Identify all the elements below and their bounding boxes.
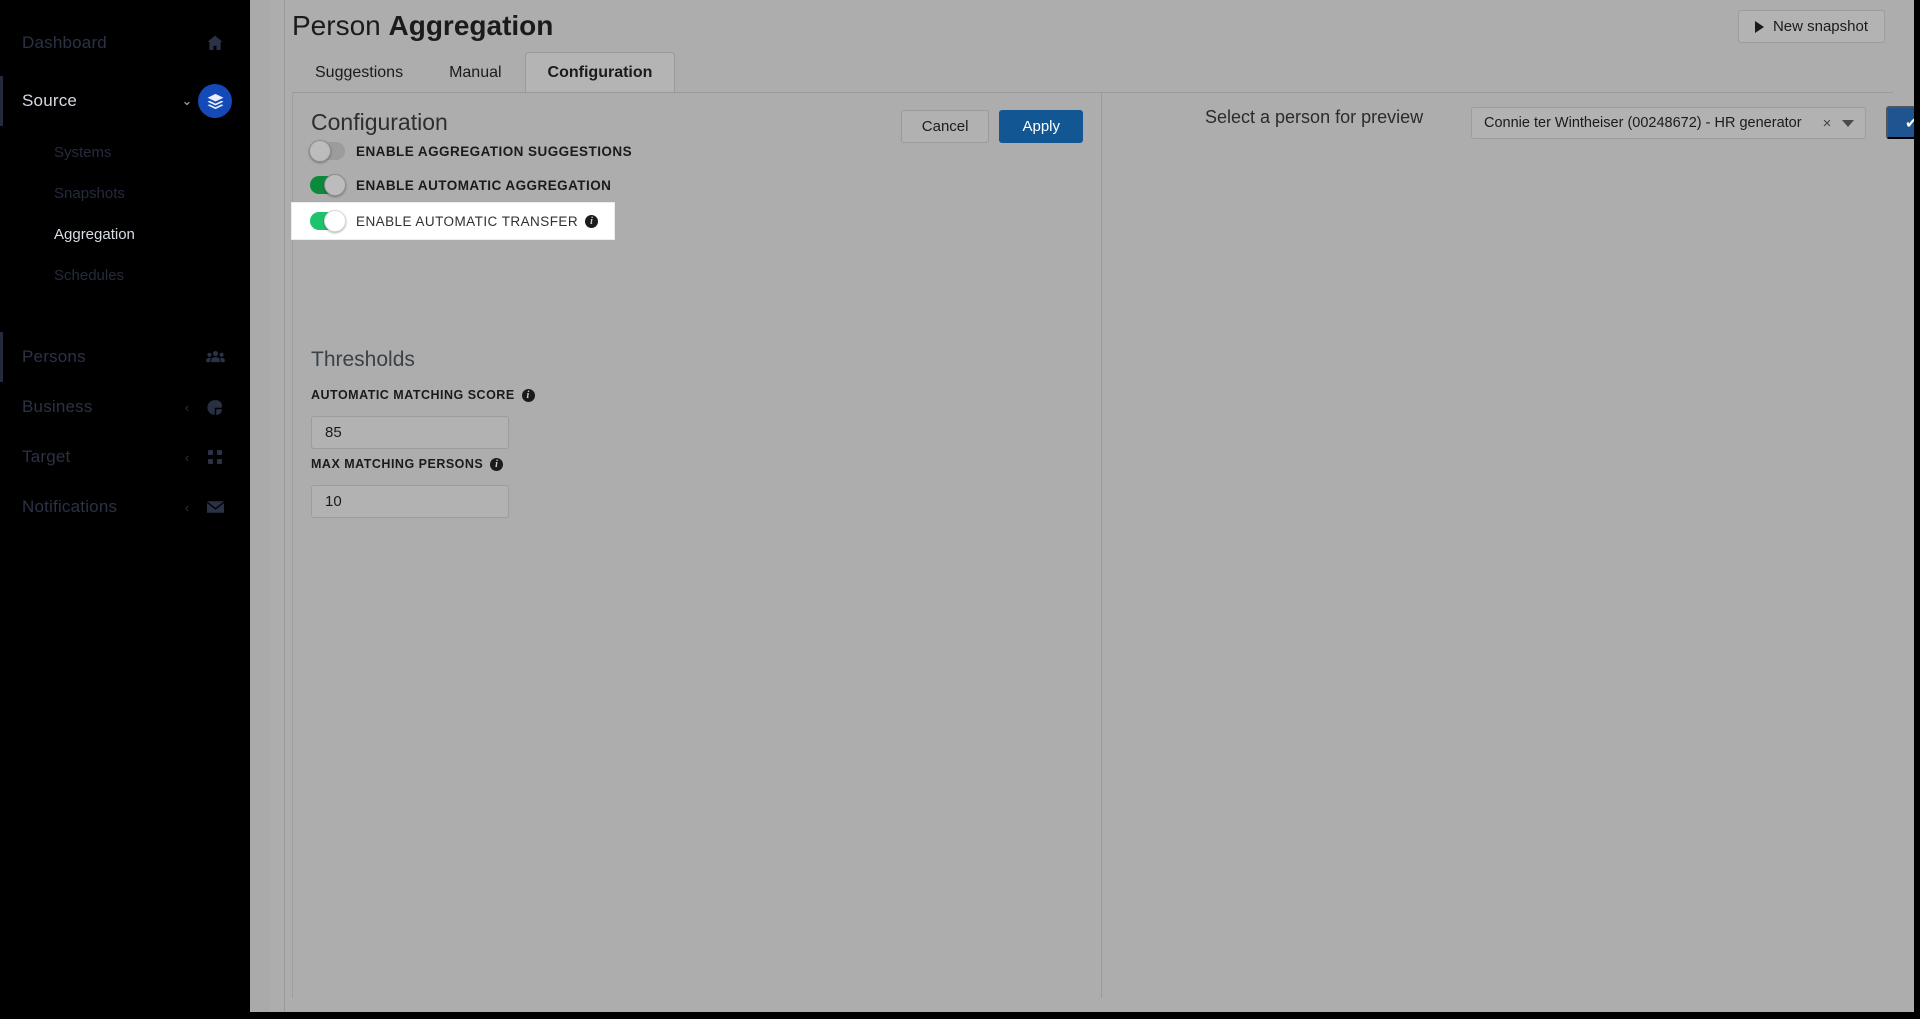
apply-button[interactable]: Apply xyxy=(999,110,1083,143)
layers-icon xyxy=(198,84,232,118)
toggle-knob xyxy=(309,140,331,162)
tab-label: Manual xyxy=(449,63,502,81)
cancel-button[interactable]: Cancel xyxy=(900,110,990,143)
person-select-dropdown[interactable]: Connie ter Wintheiser (00248672) - HR ge… xyxy=(1471,107,1866,139)
sidebar-item-label: Dashboard xyxy=(22,33,107,52)
info-icon[interactable]: i xyxy=(521,388,535,402)
field-value: 10 xyxy=(325,493,342,510)
field-label-text: AUTOMATIC MATCHING SCORE xyxy=(311,388,515,402)
chevron-down-icon: ⌄ xyxy=(181,93,193,108)
home-icon xyxy=(198,26,232,60)
sidebar-subnav-source: Systems Snapshots Aggregation Schedules xyxy=(0,126,250,306)
sidebar-subitem-label: Schedules xyxy=(54,267,125,284)
sidebar-subitem-schedules[interactable]: Schedules xyxy=(0,255,250,296)
toggle-switch-aggregation-suggestions[interactable] xyxy=(309,140,345,162)
chevron-left-icon: ‹ xyxy=(184,449,190,465)
toggle-switch-automatic-aggregation[interactable] xyxy=(310,174,346,196)
clear-icon[interactable]: × xyxy=(1817,115,1837,132)
max-matching-persons-input[interactable]: 10 xyxy=(311,485,509,518)
tab-bar: Suggestions Manual Configuration xyxy=(292,52,676,92)
preview-pane: Select a person for preview Connie ter W… xyxy=(1103,93,1915,998)
sidebar-item-business[interactable]: Business ‹ xyxy=(0,382,250,432)
sidebar-item-label: Notifications xyxy=(22,497,118,516)
tab-label: Suggestions xyxy=(315,63,404,81)
toggle-label: ENABLE AGGREGATION SUGGESTIONS xyxy=(356,143,633,159)
page-content: Person Aggregation New snapshot Suggesti… xyxy=(270,0,1915,1012)
sidebar-item-label: Source xyxy=(22,91,78,110)
toggle-knob xyxy=(324,174,346,196)
page-edge-line xyxy=(284,0,285,1012)
automatic-matching-score-input[interactable]: 85 xyxy=(311,416,509,449)
toggle-row-automatic-transfer[interactable]: ENABLE AUTOMATIC TRANSFER i xyxy=(292,203,615,239)
field-label-text: MAX MATCHING PERSONS xyxy=(311,457,484,471)
configuration-actions: Cancel Apply xyxy=(900,110,1083,143)
chevron-left-icon: ‹ xyxy=(184,399,190,415)
thresholds-title: Thresholds xyxy=(311,348,415,371)
field-value: 85 xyxy=(325,424,342,441)
page-title-light: Person xyxy=(292,10,389,41)
page-title-bold: Aggregation xyxy=(388,10,554,41)
sidebar-item-persons[interactable]: Persons xyxy=(0,332,250,382)
sidebar-item-notifications[interactable]: Notifications ‹ xyxy=(0,482,250,532)
select-person-label: Select a person for preview xyxy=(1205,107,1424,127)
configuration-section-title: Configuration xyxy=(311,109,448,135)
tab-configuration[interactable]: Configuration xyxy=(524,52,676,92)
application-window: Dashboard Source ⌄ Systems Snapshots Agg… xyxy=(0,0,1920,1019)
toggle-row-aggregation-suggestions[interactable]: ENABLE AGGREGATION SUGGESTIONS xyxy=(292,135,632,167)
people-icon xyxy=(198,340,232,374)
sidebar-item-label: Business xyxy=(22,397,93,416)
sidebar-subitem-systems[interactable]: Systems xyxy=(0,132,250,173)
automatic-matching-score-label: AUTOMATIC MATCHING SCORE i xyxy=(311,388,535,402)
tab-label: Configuration xyxy=(547,63,653,81)
tab-manual[interactable]: Manual xyxy=(426,52,524,92)
sidebar-subitem-label: Aggregation xyxy=(54,226,135,243)
grid-icon xyxy=(198,440,232,474)
page-title: Person Aggregation xyxy=(292,10,553,42)
play-triangle-icon xyxy=(1754,20,1764,33)
toggle-switch-automatic-transfer[interactable] xyxy=(310,210,346,232)
toggle-row-automatic-aggregation[interactable]: ENABLE AUTOMATIC AGGREGATION xyxy=(292,169,611,201)
sidebar-subitem-label: Systems xyxy=(54,144,112,161)
window-bottom-edge xyxy=(0,1012,1920,1019)
toggle-label: ENABLE AUTOMATIC TRANSFER xyxy=(356,213,579,229)
sidebar-item-label: Persons xyxy=(22,347,86,366)
sidebar-item-dashboard[interactable]: Dashboard xyxy=(0,18,250,68)
sidebar-subitem-label: Snapshots xyxy=(54,185,125,202)
info-icon[interactable]: i xyxy=(490,457,504,471)
pie-chart-icon xyxy=(198,390,232,424)
max-matching-persons-label: MAX MATCHING PERSONS i xyxy=(311,457,504,471)
sidebar-item-label: Target xyxy=(22,447,71,466)
main-sidebar: Dashboard Source ⌄ Systems Snapshots Agg… xyxy=(0,0,250,1019)
toggle-label: ENABLE AUTOMATIC AGGREGATION xyxy=(356,177,612,193)
person-select-value: Connie ter Wintheiser (00248672) - HR ge… xyxy=(1484,115,1802,131)
sidebar-item-target[interactable]: Target ‹ xyxy=(0,432,250,482)
sidebar-subitem-aggregation[interactable]: Aggregation xyxy=(0,214,250,255)
chevron-down-icon[interactable] xyxy=(1837,119,1859,127)
content-area: Configuration Cancel Apply ENABLE AGGREG… xyxy=(292,93,1915,998)
tab-suggestions[interactable]: Suggestions xyxy=(292,52,426,92)
new-snapshot-label: New snapshot xyxy=(1772,18,1868,35)
preview-button[interactable]: ✔ Preview xyxy=(1886,106,1915,139)
chevron-left-icon: ‹ xyxy=(184,499,190,515)
sidebar-item-source[interactable]: Source ⌄ xyxy=(0,76,250,126)
active-group-accent xyxy=(0,76,3,126)
caret-shape xyxy=(1842,119,1854,127)
toggle-knob xyxy=(324,210,346,232)
new-snapshot-button[interactable]: New snapshot xyxy=(1737,10,1885,43)
group-accent xyxy=(0,332,3,382)
sidebar-subitem-snapshots[interactable]: Snapshots xyxy=(0,173,250,214)
window-right-edge xyxy=(1914,0,1920,1019)
configuration-pane: Configuration Cancel Apply ENABLE AGGREG… xyxy=(292,93,1102,998)
info-icon[interactable]: i xyxy=(585,214,599,228)
page-canvas: Person Aggregation New snapshot Suggesti… xyxy=(250,0,1920,1019)
envelope-icon xyxy=(198,490,232,524)
